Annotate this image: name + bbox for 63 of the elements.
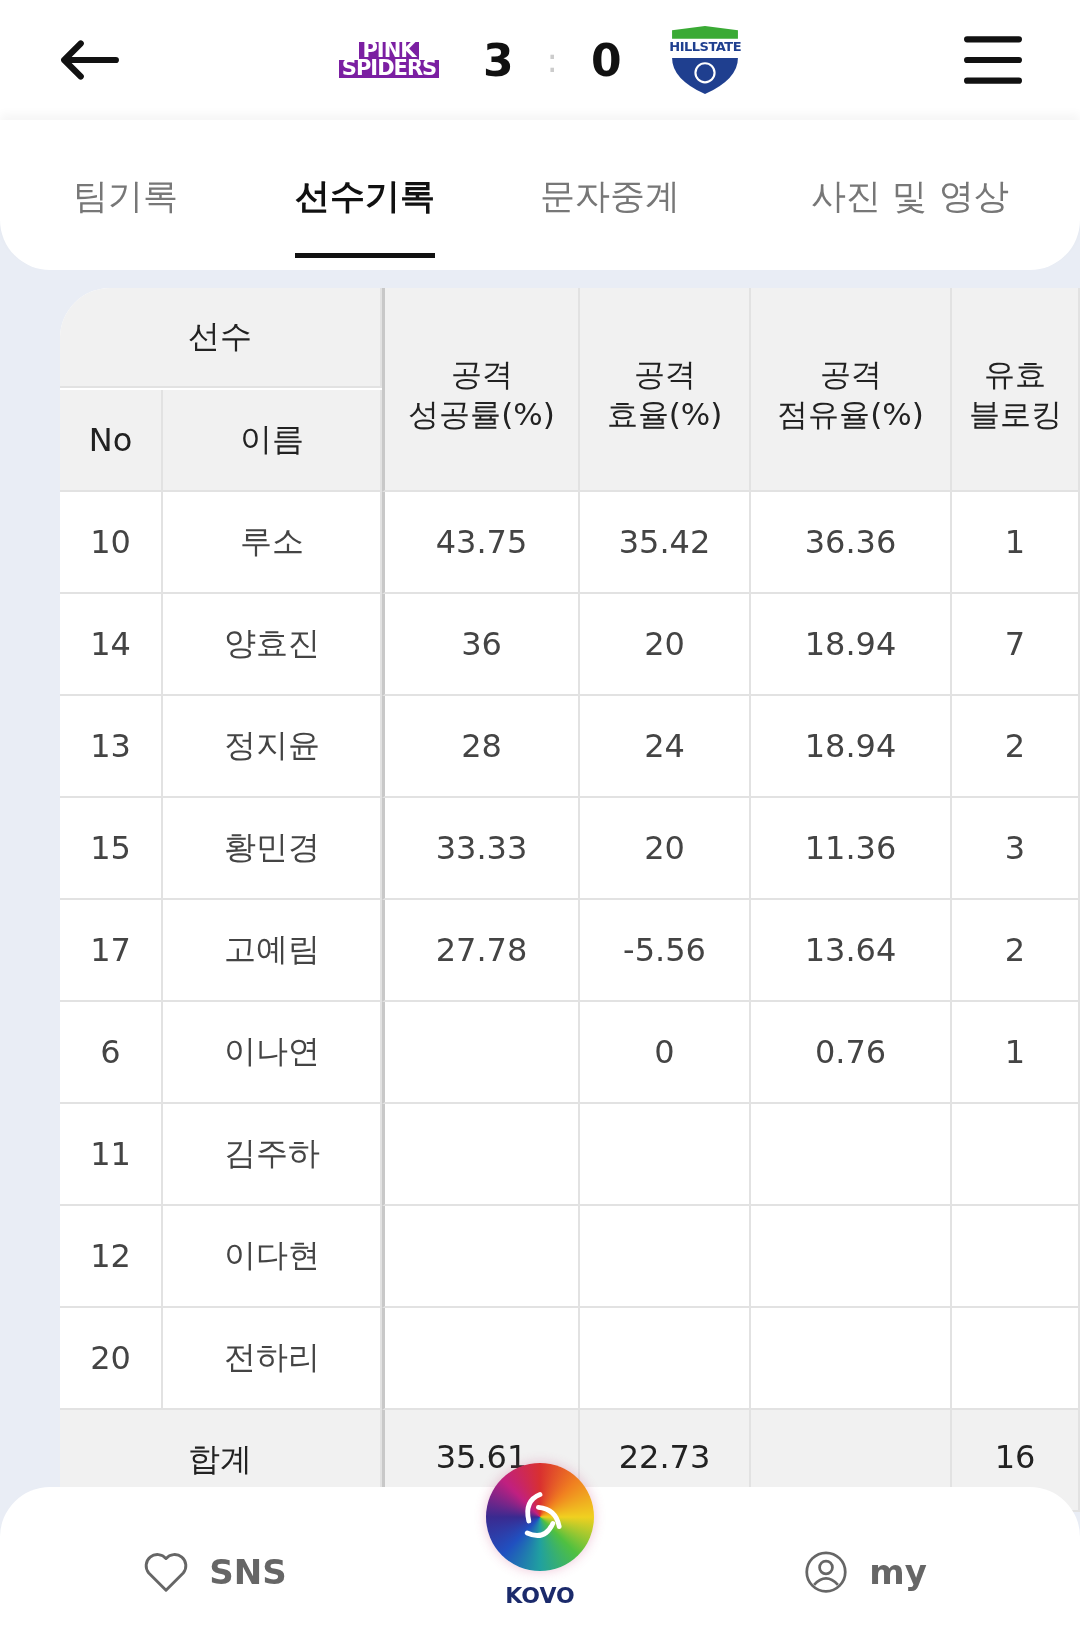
menu-icon[interactable] <box>964 34 1022 86</box>
table-cell: 15 <box>60 798 163 900</box>
app-name: KOVO <box>505 1583 575 1608</box>
my-button[interactable]: my <box>650 1549 1080 1595</box>
table-cell: 이나연 <box>163 1002 382 1104</box>
table-cell: 11 <box>60 1104 163 1206</box>
table-header: 공격 점유율(%) <box>751 288 952 492</box>
table-cell: 14 <box>60 594 163 696</box>
table-header: 이름 <box>163 390 382 492</box>
table-header: 유효 블로킹 <box>952 288 1080 492</box>
table-cell: 김주하 <box>163 1104 382 1206</box>
table-cell: 13.64 <box>751 900 952 1002</box>
table-cell: 18.94 <box>751 696 952 798</box>
table-cell: 1 <box>952 492 1080 594</box>
table-cell: -5.56 <box>580 900 751 1002</box>
back-arrow-icon[interactable] <box>58 39 120 81</box>
tab[interactable]: 선수기록 <box>295 120 435 258</box>
table-cell: 0.76 <box>751 1002 952 1104</box>
table-cell: 13 <box>60 696 163 798</box>
tab[interactable]: 사진 및 영상 <box>811 120 1009 258</box>
table-cell: 20 <box>60 1308 163 1410</box>
table-cell: 20 <box>580 798 751 900</box>
table-cell: 7 <box>952 594 1080 696</box>
tab[interactable]: 문자중계 <box>540 120 680 258</box>
user-icon <box>803 1550 850 1594</box>
table-cell: 17 <box>60 900 163 1002</box>
sns-button[interactable]: SNS <box>0 1549 430 1595</box>
table-header: 공격 효율(%) <box>580 288 751 492</box>
table-cell: 28 <box>382 696 580 798</box>
table-cell: 6 <box>60 1002 163 1104</box>
table-header: 선수 <box>60 288 382 388</box>
table-header: 공격 성공률(%) <box>382 288 580 492</box>
table-cell: 11.36 <box>751 798 952 900</box>
table-cell: 전하리 <box>163 1308 382 1410</box>
heart-icon <box>143 1550 190 1594</box>
table-cell: 24 <box>580 696 751 798</box>
table-header: No <box>60 390 163 492</box>
table-cell: 0 <box>580 1002 751 1104</box>
team-logo: HILLSTATE <box>665 26 746 94</box>
tab[interactable]: 팀기록 <box>72 120 178 258</box>
table-cell: 루소 <box>163 492 382 594</box>
table-cell: 12 <box>60 1206 163 1308</box>
table-cell: 정지윤 <box>163 696 382 798</box>
table-cell: 33.33 <box>382 798 580 900</box>
table-cell: 황민경 <box>163 798 382 900</box>
table-cell: 36.36 <box>751 492 952 594</box>
table-cell: 고예림 <box>163 900 382 1002</box>
table-cell: 43.75 <box>382 492 580 594</box>
table-cell: 35.42 <box>580 492 751 594</box>
table-cell: 36 <box>382 594 580 696</box>
table-cell: 양효진 <box>163 594 382 696</box>
table-cell: 18.94 <box>751 594 952 696</box>
table-cell: 27.78 <box>382 900 580 1002</box>
table-cell: 10 <box>60 492 163 594</box>
table-cell: 1 <box>952 1002 1080 1104</box>
table-cell: 2 <box>952 696 1080 798</box>
table-cell: 20 <box>580 594 751 696</box>
table-cell: 3 <box>952 798 1080 900</box>
table-cell: 이다현 <box>163 1206 382 1308</box>
home-score: 3 <box>481 34 515 86</box>
score-separator: : <box>545 40 559 80</box>
away-score: 0 <box>589 34 623 86</box>
table-cell: 2 <box>952 900 1080 1002</box>
